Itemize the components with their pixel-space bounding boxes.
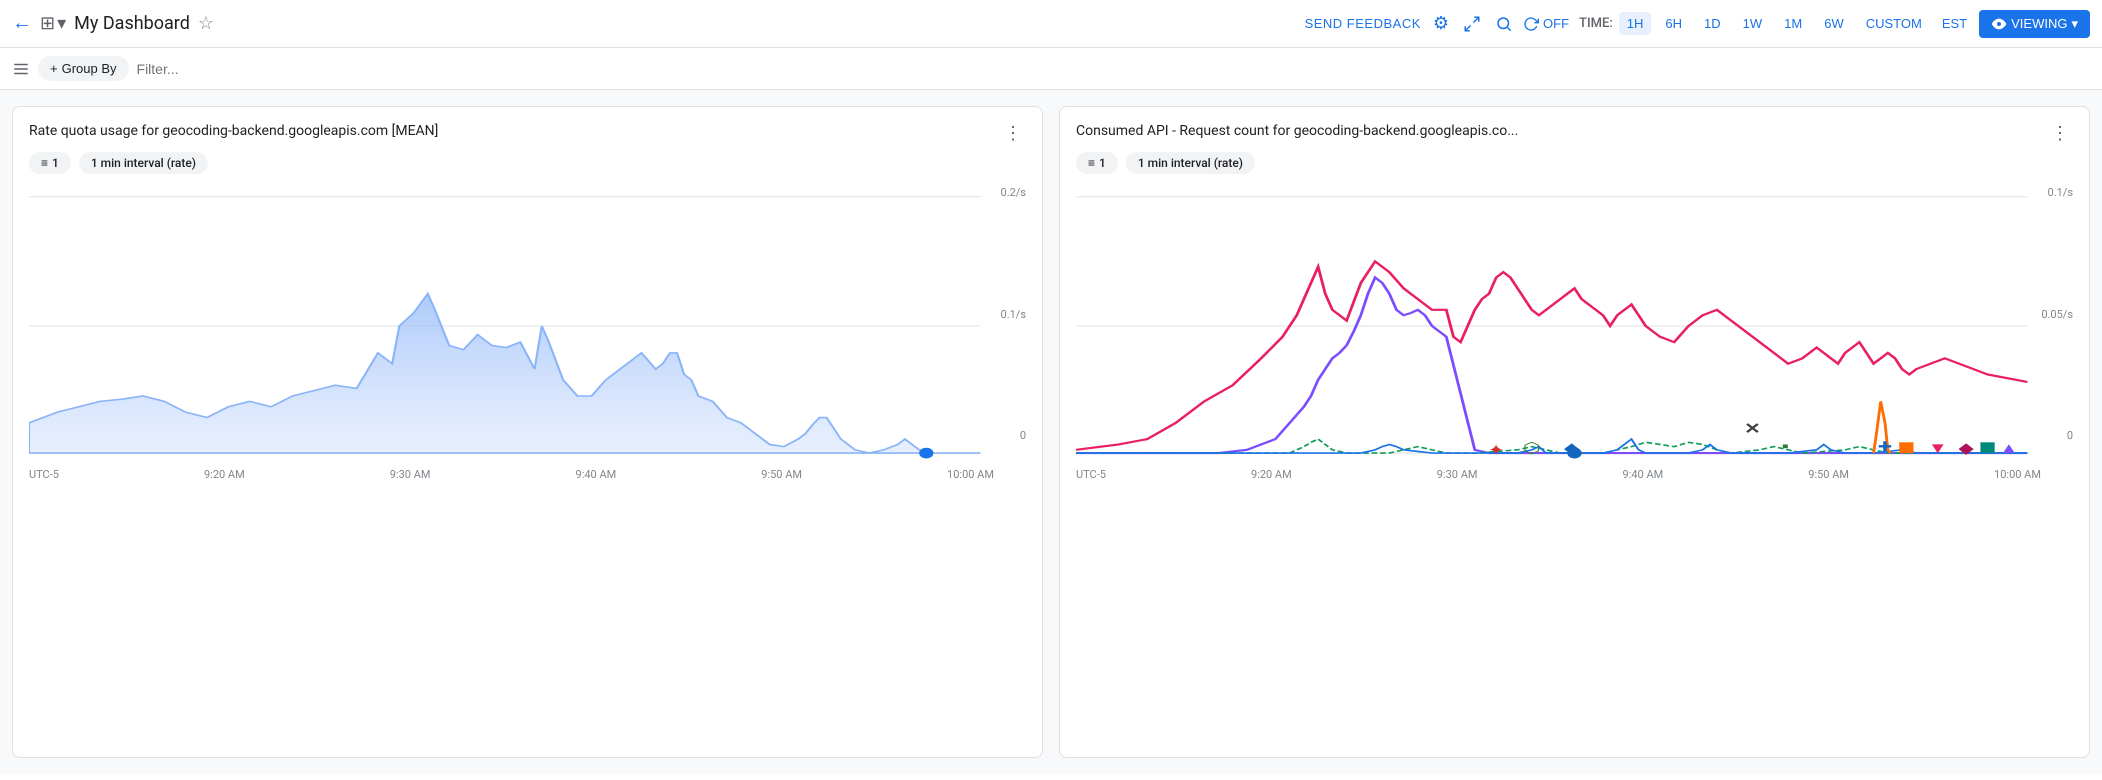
grid-icon: ⊞ — [40, 13, 55, 34]
group-by-plus-icon: + — [50, 61, 58, 76]
chart-1-svg — [29, 186, 1026, 466]
y2-label-mid: 0.05/s — [2041, 308, 2073, 321]
marker-triangle: ▼ — [1928, 440, 1948, 457]
header-left: ← ⊞ ▾ My Dashboard ☆ — [12, 12, 1297, 35]
marker-purple-tri: ▲ — [1999, 440, 2019, 457]
x2-label-3: 9:40 AM — [1623, 468, 1664, 481]
chart-card-1: Rate quota usage for geocoding-backend.g… — [12, 106, 1043, 758]
chart-1-filter-pill[interactable]: ≡ 1 — [29, 152, 71, 174]
refresh-icon — [1523, 16, 1539, 32]
chart-2-x-labels: UTC-5 9:20 AM 9:30 AM 9:40 AM 9:50 AM 10… — [1076, 468, 2073, 481]
chart-1-endpoint-dot — [919, 448, 933, 459]
dashboard-main: Rate quota usage for geocoding-backend.g… — [0, 90, 2102, 774]
chart-2-pills: ≡ 1 1 min interval (rate) — [1076, 152, 2073, 174]
search-button[interactable] — [1491, 11, 1517, 37]
time-6w-button[interactable]: 6W — [1816, 12, 1852, 35]
filter-toolbar: + Group By — [0, 48, 2102, 90]
filter-input[interactable] — [137, 61, 2090, 77]
time-1d-button[interactable]: 1D — [1696, 12, 1729, 35]
chart-1-header: Rate quota usage for geocoding-backend.g… — [29, 123, 1026, 144]
chart-2-svg: ✦ ⬡ ◆ ✕ ▪ + ▼ ◆ — [1076, 186, 2073, 466]
x2-label-1: 9:20 AM — [1251, 468, 1292, 481]
chart-1-x-labels: UTC-5 9:20 AM 9:30 AM 9:40 AM 9:50 AM 10… — [29, 468, 1026, 481]
x2-label-0: UTC-5 — [1076, 468, 1106, 481]
time-label: TIME: — [1579, 16, 1613, 31]
group-by-label: Group By — [62, 61, 117, 76]
chart-1-more-button[interactable]: ⋮ — [1000, 123, 1026, 144]
x2-label-2: 9:30 AM — [1437, 468, 1478, 481]
marker-star: ✦ — [1488, 442, 1505, 459]
time-6h-button[interactable]: 6H — [1657, 12, 1690, 35]
x-label-0: UTC-5 — [29, 468, 59, 481]
marker-x: ✕ — [1744, 421, 1761, 438]
x2-label-4: 9:50 AM — [1808, 468, 1849, 481]
x-label-1: 9:20 AM — [204, 468, 245, 481]
y2-label-top: 0.1/s — [2041, 186, 2073, 199]
chart-2-interval-pill[interactable]: 1 min interval (rate) — [1126, 152, 1255, 174]
search-icon — [1495, 15, 1513, 33]
timezone-button[interactable]: EST — [1936, 12, 1973, 35]
x-label-5: 10:00 AM — [947, 468, 994, 481]
chart-2-filter-pill[interactable]: ≡ 1 — [1076, 152, 1118, 174]
chart-1-area: 0.2/s 0.1/s 0 — [29, 186, 1026, 466]
eye-icon — [1991, 16, 2007, 32]
pill2-2-label: 1 min interval (rate) — [1138, 156, 1243, 170]
settings-button[interactable]: ⚙ — [1429, 9, 1453, 38]
y-label-mid: 0.1/s — [1001, 308, 1026, 321]
time-1w-button[interactable]: 1W — [1735, 12, 1771, 35]
header-right: ⚙ OFF TIME: 1H 6H 1D 1W 1M — [1429, 9, 2090, 38]
chart-1-pills: ≡ 1 1 min interval (rate) — [29, 152, 1026, 174]
x2-label-5: 10:00 AM — [1994, 468, 2041, 481]
fullscreen-button[interactable] — [1459, 11, 1485, 37]
marker-teal-sq — [1980, 442, 1994, 453]
y-label-bot: 0 — [1001, 429, 1026, 442]
fullscreen-icon — [1463, 15, 1481, 33]
chart-2-header: Consumed API - Request count for geocodi… — [1076, 123, 2073, 144]
marker-circle-blue — [1567, 448, 1581, 459]
star-icon[interactable]: ☆ — [198, 13, 214, 34]
marker-square: ▪ — [1782, 438, 1789, 455]
time-1m-button[interactable]: 1M — [1776, 12, 1810, 35]
dropdown-icon: ▾ — [57, 13, 66, 34]
marker-orange-sq — [1899, 442, 1913, 453]
pill-2-label: 1 min interval (rate) — [91, 156, 196, 170]
auto-refresh-button[interactable]: OFF — [1523, 16, 1569, 32]
x-label-2: 9:30 AM — [390, 468, 431, 481]
viewing-button[interactable]: VIEWING ▾ — [1979, 10, 2090, 38]
pill2-filter-icon: ≡ — [1088, 156, 1095, 170]
time-1h-button[interactable]: 1H — [1619, 12, 1652, 35]
chart-1-title: Rate quota usage for geocoding-backend.g… — [29, 123, 1000, 139]
y2-label-bot: 0 — [2041, 429, 2073, 442]
marker-mag-diamond: ◆ — [1959, 440, 1975, 457]
dashboard-icon-btn[interactable]: ⊞ ▾ — [40, 13, 66, 34]
time-custom-button[interactable]: CUSTOM — [1858, 12, 1930, 35]
pill-filter-icon: ≡ — [41, 156, 48, 170]
pill2-1-label: 1 — [1099, 156, 1106, 170]
marker-hex: ⬡ — [1523, 440, 1540, 457]
viewing-chevron: ▾ — [2071, 16, 2078, 32]
page-title: My Dashboard — [74, 13, 190, 34]
send-feedback-button[interactable]: SEND FEEDBACK — [1305, 16, 1421, 31]
pill-1-label: 1 — [52, 156, 59, 170]
refresh-label: OFF — [1543, 16, 1569, 31]
chart-1-y-labels: 0.2/s 0.1/s 0 — [1001, 186, 1026, 466]
back-button[interactable]: ← — [12, 12, 32, 35]
filter-icon-button[interactable] — [12, 60, 30, 78]
chart-2-y-labels: 0.1/s 0.05/s 0 — [2041, 186, 2073, 466]
y-label-top: 0.2/s — [1001, 186, 1026, 199]
marker-plus: + — [1878, 435, 1892, 458]
chart-1-interval-pill[interactable]: 1 min interval (rate) — [79, 152, 208, 174]
x-label-3: 9:40 AM — [576, 468, 617, 481]
x-label-4: 9:50 AM — [761, 468, 802, 481]
app-header: ← ⊞ ▾ My Dashboard ☆ SEND FEEDBACK ⚙ — [0, 0, 2102, 48]
chart-2-area: 0.1/s 0.05/s 0 — [1076, 186, 2073, 466]
group-by-button[interactable]: + Group By — [38, 56, 129, 81]
chart-2-more-button[interactable]: ⋮ — [2047, 123, 2073, 144]
viewing-label: VIEWING — [2011, 16, 2067, 31]
filter-lines-icon — [12, 60, 30, 78]
chart-2-title: Consumed API - Request count for geocodi… — [1076, 123, 2047, 139]
chart-card-2: Consumed API - Request count for geocodi… — [1059, 106, 2090, 758]
